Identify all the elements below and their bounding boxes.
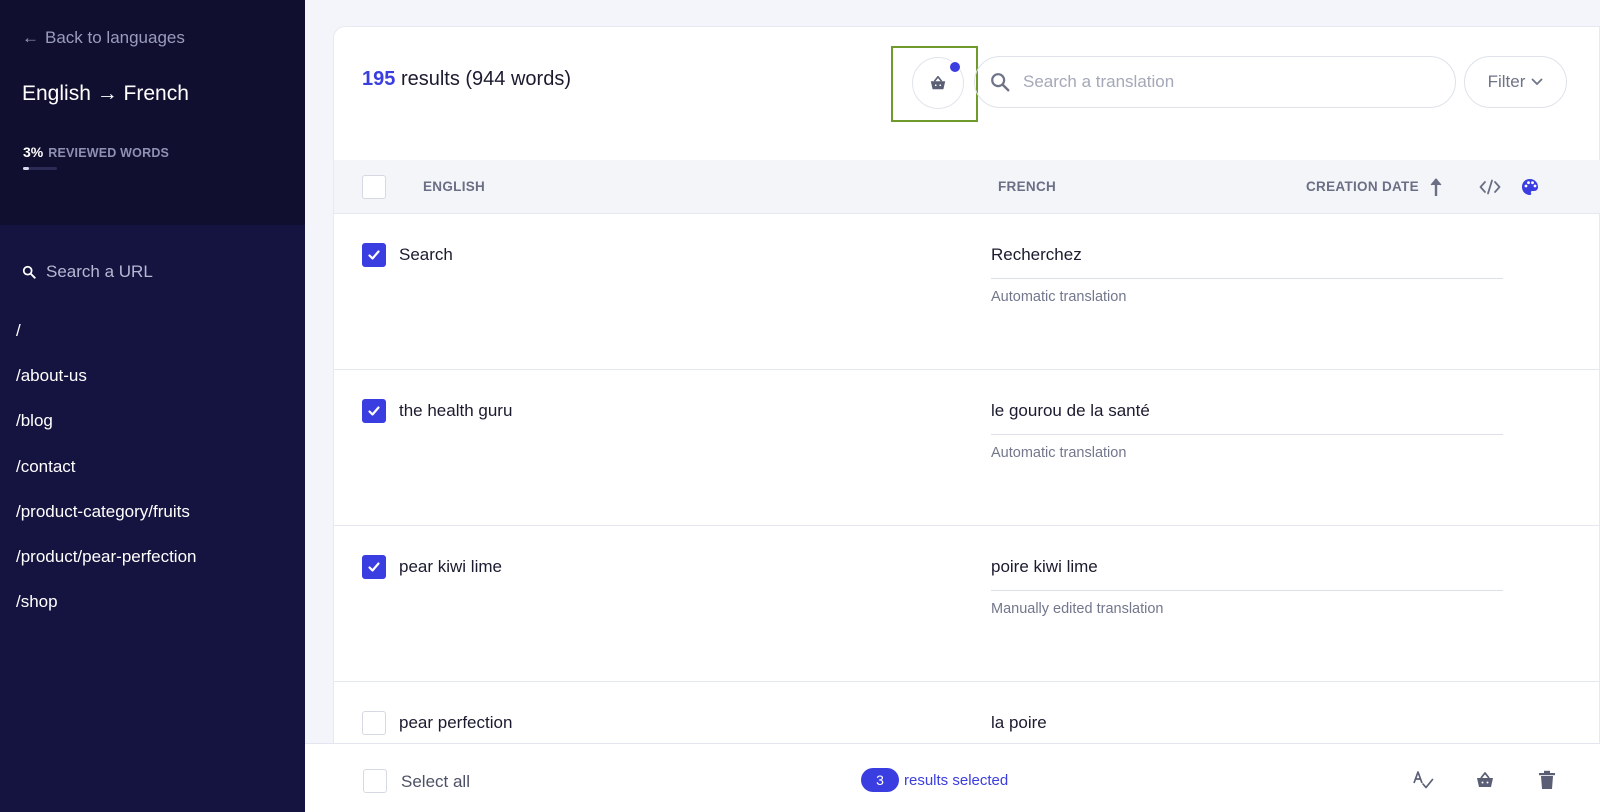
table-row[interactable]: the health guru le gourou de la santé Au…	[334, 370, 1600, 526]
table-header: ENGLISH FRENCH CREATION DATE	[334, 160, 1600, 214]
reviewed-progress-fill	[23, 167, 30, 170]
trash-icon[interactable]	[1538, 770, 1556, 790]
search-icon	[991, 73, 1010, 92]
checkmark-icon	[368, 562, 380, 572]
selected-count-badge: 3	[861, 768, 899, 792]
arrow-left-icon: ←	[22, 28, 39, 47]
row-checkbox[interactable]	[362, 555, 386, 579]
sidebar-header: ← Back to languages English → French 3% …	[0, 0, 305, 225]
language-pair-title: English → French	[22, 82, 189, 105]
column-header-english: ENGLISH	[423, 179, 486, 194]
search-icon	[22, 265, 36, 279]
url-item[interactable]: /contact	[16, 454, 197, 499]
notification-dot	[949, 61, 961, 73]
source-text: pear kiwi lime	[399, 557, 502, 576]
palette-icon[interactable]	[1520, 177, 1540, 197]
results-text: results (944 words)	[400, 68, 571, 90]
url-item[interactable]: /	[16, 318, 197, 363]
row-checkbox[interactable]	[362, 399, 386, 423]
source-text: pear perfection	[399, 713, 513, 732]
filter-button[interactable]: Filter	[1464, 56, 1567, 108]
selected-text: results selected	[904, 771, 1009, 789]
translation-divider	[991, 434, 1503, 435]
source-text: the health guru	[399, 401, 513, 420]
back-to-languages-link[interactable]: ← Back to languages	[22, 28, 185, 48]
source-text: Search	[399, 245, 453, 264]
reviewed-words-stat: 3% REVIEWED WORDS	[23, 144, 169, 160]
translation-status: Automatic translation	[991, 445, 1127, 461]
back-label: Back to languages	[45, 28, 185, 47]
spellcheck-icon[interactable]	[1412, 770, 1434, 790]
url-item[interactable]: /product/pear-perfection	[16, 544, 197, 589]
translation-text[interactable]: le gourou de la santé	[991, 401, 1150, 421]
reviewed-percent: 3%	[23, 144, 44, 160]
translation-status: Automatic translation	[991, 289, 1127, 305]
url-item[interactable]: /blog	[16, 408, 197, 453]
sort-ascending-icon[interactable]	[1429, 177, 1443, 197]
row-checkbox[interactable]	[362, 711, 386, 735]
filter-label: Filter	[1487, 72, 1526, 91]
table-row[interactable]: Search Recherchez Automatic translation	[334, 214, 1600, 370]
translation-divider	[991, 590, 1503, 591]
results-summary: 195 results (944 words)	[362, 68, 571, 91]
table-row[interactable]: pear kiwi lime poire kiwi lime Manually …	[334, 526, 1600, 682]
url-search[interactable]: Search a URL	[22, 262, 153, 282]
select-all-checkbox[interactable]	[363, 769, 387, 793]
row-checkbox[interactable]	[362, 243, 386, 267]
url-item[interactable]: /about-us	[16, 363, 197, 408]
basket-button[interactable]	[912, 57, 964, 109]
checkmark-icon	[368, 406, 380, 416]
translation-text[interactable]: poire kiwi lime	[991, 557, 1098, 577]
column-header-french: FRENCH	[998, 179, 1057, 194]
url-list: / /about-us /blog /contact /product-cate…	[16, 318, 197, 634]
url-item[interactable]: /product-category/fruits	[16, 499, 197, 544]
sidebar: ← Back to languages English → French 3% …	[0, 0, 305, 812]
basket-icon[interactable]	[1474, 770, 1496, 790]
select-all-header-checkbox[interactable]	[362, 175, 386, 199]
select-all-label[interactable]: Select all	[401, 772, 470, 792]
translation-search[interactable]	[974, 56, 1456, 108]
results-count: 195	[362, 68, 396, 90]
basket-icon	[930, 75, 946, 90]
column-header-creation-date[interactable]: CREATION DATE	[1306, 179, 1419, 194]
translations-panel: 195 results (944 words) Filter ENGLISH F…	[333, 26, 1600, 812]
code-icon[interactable]	[1479, 179, 1501, 195]
checkmark-icon	[368, 250, 380, 260]
url-search-placeholder: Search a URL	[46, 262, 153, 281]
reviewed-label: REVIEWED WORDS	[48, 146, 170, 160]
translation-search-input[interactable]	[1023, 72, 1423, 92]
url-item[interactable]: /shop	[16, 589, 197, 634]
bulk-action-bar: Select all 3 results selected	[305, 743, 1600, 812]
translation-divider	[991, 278, 1503, 279]
translation-text[interactable]: Recherchez	[991, 245, 1082, 265]
selection-summary: 3 results selected	[861, 768, 1008, 792]
translation-text[interactable]: la poire	[991, 713, 1047, 733]
reviewed-progress-bar	[23, 167, 57, 170]
translation-status: Manually edited translation	[991, 601, 1164, 617]
chevron-down-icon	[1531, 78, 1543, 86]
